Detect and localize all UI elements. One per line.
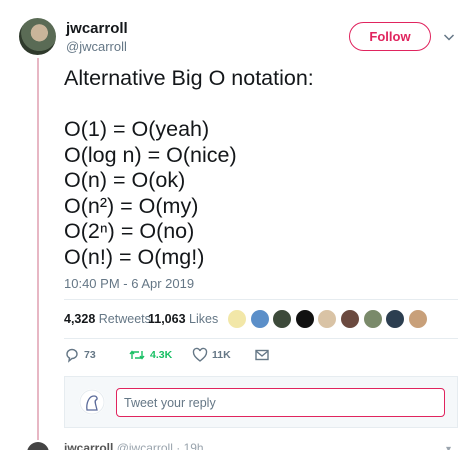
like-count: 11K — [212, 349, 231, 361]
like-button[interactable]: 11K — [192, 346, 231, 364]
author-handle[interactable]: @jwcarroll — [66, 39, 127, 54]
retweets-count: 4,328 — [64, 312, 96, 326]
next-tweet-handle: @jwcarroll — [116, 441, 173, 450]
liker-avatar[interactable] — [227, 309, 247, 329]
liker-avatar[interactable] — [317, 309, 338, 329]
next-tweet-avatar[interactable] — [27, 442, 49, 450]
divider — [64, 299, 458, 300]
likes-count: 11,063 — [148, 312, 186, 326]
liker-avatar[interactable] — [249, 309, 270, 329]
reply-button[interactable]: 73 — [64, 346, 96, 364]
reply-input[interactable] — [116, 388, 445, 417]
likes-stat[interactable]: 11,063 Likes — [148, 312, 218, 326]
retweet-count: 4.3K — [150, 349, 173, 361]
liker-avatar[interactable] — [407, 309, 428, 329]
next-tweet-header[interactable]: jwcarroll @jwcarroll · 19h — [64, 441, 204, 450]
tweet-timestamp[interactable]: 10:40 PM - 6 Apr 2019 — [64, 276, 194, 291]
retweets-stat[interactable]: 4,328 Retweets — [64, 312, 151, 326]
liker-avatar[interactable] — [385, 309, 406, 329]
author-avatar[interactable] — [19, 18, 56, 55]
retweet-button[interactable]: 4.3K — [128, 346, 172, 364]
thread-line — [37, 58, 39, 440]
liker-avatar[interactable] — [294, 309, 315, 329]
liker-avatar[interactable] — [272, 309, 293, 329]
divider — [64, 338, 458, 339]
next-tweet-separator: · — [176, 441, 181, 450]
liker-avatar[interactable] — [340, 309, 360, 329]
likes-label: Likes — [189, 312, 219, 326]
direct-message-button[interactable] — [254, 346, 270, 364]
retweet-icon — [129, 350, 145, 360]
envelope-icon — [255, 349, 269, 361]
reply-count: 73 — [84, 349, 96, 361]
next-tweet-author: jwcarroll — [64, 441, 114, 450]
reply-box — [64, 376, 458, 428]
author-name[interactable]: jwcarroll — [66, 20, 128, 37]
reply-icon — [66, 348, 78, 363]
heart-icon — [192, 347, 208, 362]
liker-avatar[interactable] — [362, 309, 383, 329]
tweet-text: Alternative Big O notation: O(1) = O(yea… — [64, 66, 314, 269]
follow-button[interactable]: Follow — [349, 22, 431, 51]
chevron-down-icon[interactable] — [443, 30, 455, 42]
chevron-down-icon[interactable]: ▾ — [446, 444, 451, 450]
retweets-label: Retweets — [98, 312, 151, 326]
user-avatar-icon — [79, 389, 105, 415]
next-tweet-time: 19h — [183, 441, 204, 450]
